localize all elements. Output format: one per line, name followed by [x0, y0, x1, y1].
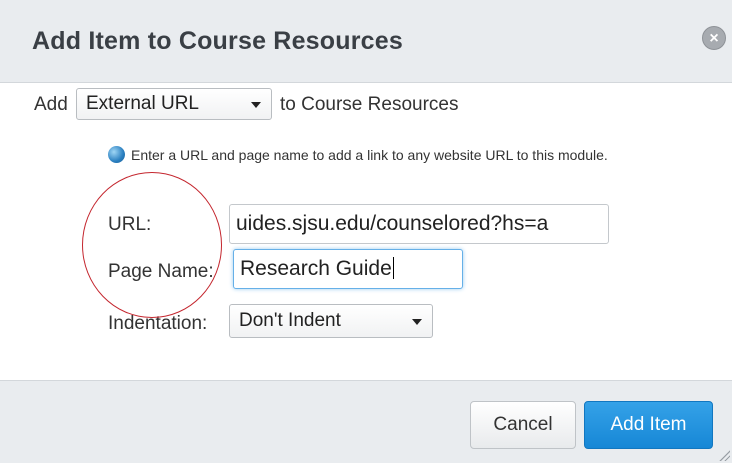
cancel-button[interactable]: Cancel [470, 401, 576, 449]
chevron-down-icon [251, 102, 261, 108]
add-suffix-label: to Course Resources [280, 94, 459, 115]
hint-text: Enter a URL and page name to add a link … [131, 147, 608, 163]
dialog-titlebar: Add Item to Course Resources × [0, 0, 732, 83]
text-caret [392, 257, 394, 279]
add-prefix-label: Add [34, 94, 68, 115]
indentation-value: Don't Indent [239, 310, 341, 331]
indentation-select[interactable]: Don't Indent [229, 304, 433, 338]
dialog-title: Add Item to Course Resources [32, 27, 403, 55]
dialog-footer: Cancel Add Item [0, 380, 732, 463]
page-name-input-value: Research Guide [240, 257, 392, 280]
url-input-value: uides.sjsu.edu/counselored?hs=a [236, 212, 549, 235]
annotation-circle [82, 172, 222, 318]
resize-handle-icon[interactable] [718, 449, 730, 461]
page-name-input[interactable]: Research Guide [233, 249, 463, 289]
close-icon[interactable]: × [702, 26, 726, 50]
item-type-value: External URL [86, 93, 199, 114]
hint-text-block: Enter a URL and page name to add a link … [106, 145, 666, 165]
globe-icon [108, 146, 125, 163]
add-item-button[interactable]: Add Item [584, 401, 713, 449]
url-input[interactable]: uides.sjsu.edu/counselored?hs=a [229, 204, 609, 244]
item-type-select[interactable]: External URL [76, 88, 272, 120]
chevron-down-icon [412, 319, 422, 325]
